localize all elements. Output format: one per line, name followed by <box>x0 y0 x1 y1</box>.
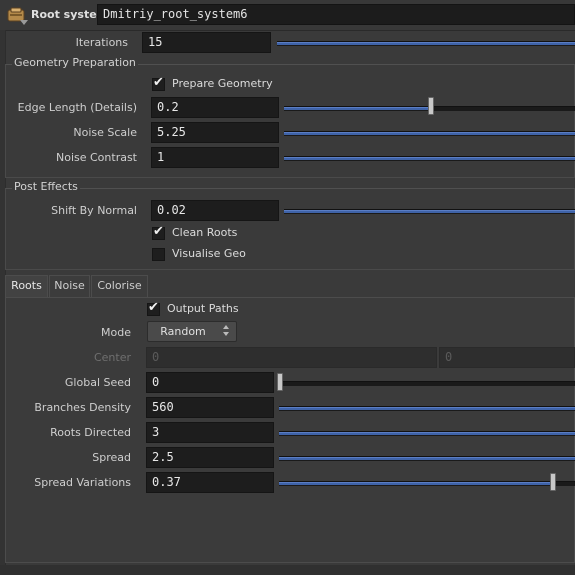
spread-variations-slider[interactable] <box>279 481 575 486</box>
noise-scale-label: Noise Scale <box>73 126 137 139</box>
shift-by-normal-field[interactable]: 0.02 <box>151 200 279 221</box>
check-icon: ✔ <box>153 75 164 90</box>
output-paths-checkbox[interactable]: ✔ <box>147 300 160 316</box>
branches-density-label: Branches Density <box>34 401 131 414</box>
spread-slider-fill <box>279 457 575 460</box>
noise-contrast-slider[interactable] <box>284 156 575 161</box>
collapse-caret-icon[interactable] <box>20 20 28 25</box>
bottom-bar <box>0 565 575 575</box>
noise-contrast-label: Noise Contrast <box>55 151 137 164</box>
mode-dropdown[interactable]: Random <box>147 321 237 342</box>
mode-label: Mode <box>101 326 131 339</box>
edge-length-field[interactable]: 0.2 <box>151 97 279 118</box>
iterations-field[interactable]: 15 <box>142 32 271 53</box>
prepare-geometry-label: Prepare Geometry <box>172 77 273 90</box>
noise-scale-field[interactable]: 5.25 <box>151 122 279 143</box>
shift-by-normal-label: Shift By Normal <box>51 204 137 217</box>
post-effects-title: Post Effects <box>12 180 80 193</box>
branches-density-slider-fill <box>279 407 575 410</box>
spread-variations-slider-fill <box>279 482 552 485</box>
branches-density-field[interactable]: 560 <box>146 397 274 418</box>
center-label: Center <box>93 351 131 364</box>
branches-density-slider[interactable] <box>279 406 575 411</box>
node-header: Root system Dmitriy_root_system6 <box>0 0 575 31</box>
spread-slider[interactable] <box>279 456 575 461</box>
post-effects-group <box>5 188 575 270</box>
global-seed-field[interactable]: 0 <box>146 372 274 393</box>
tab-noise[interactable]: Noise <box>49 275 90 297</box>
iterations-label: Iterations <box>75 36 128 49</box>
iterations-slider[interactable] <box>277 41 575 46</box>
shift-by-normal-slider-fill <box>284 210 575 213</box>
center-x-field: 0 <box>146 347 437 368</box>
visualise-geo-label: Visualise Geo <box>172 247 246 260</box>
visualise-geo-checkbox[interactable] <box>152 248 165 261</box>
spread-variations-field[interactable]: 0.37 <box>146 472 274 493</box>
noise-scale-slider[interactable] <box>284 131 575 136</box>
edge-length-slider-fill <box>284 107 433 110</box>
edge-length-slider-handle[interactable] <box>428 97 434 115</box>
spread-label: Spread <box>92 451 131 464</box>
mode-dropdown-value: Random <box>160 325 206 338</box>
shift-by-normal-slider[interactable] <box>284 209 575 214</box>
noise-contrast-slider-fill <box>284 157 575 160</box>
output-paths-label: Output Paths <box>167 302 239 315</box>
center-y-field: 0 <box>439 347 575 368</box>
check-icon: ✔ <box>153 224 164 239</box>
spread-variations-slider-handle[interactable] <box>550 473 556 491</box>
edge-length-label: Edge Length (Details) <box>17 101 137 114</box>
global-seed-label: Global Seed <box>64 376 131 389</box>
roots-directed-slider-fill <box>279 432 575 435</box>
roots-directed-slider[interactable] <box>279 431 575 436</box>
spread-variations-label: Spread Variations <box>34 476 131 489</box>
check-icon: ✔ <box>148 300 159 315</box>
global-seed-slider[interactable] <box>279 381 575 386</box>
prepare-geometry-checkbox[interactable]: ✔ <box>152 75 165 91</box>
global-seed-slider-handle[interactable] <box>277 373 283 391</box>
tab-roots[interactable]: Roots <box>5 275 48 297</box>
noise-contrast-field[interactable]: 1 <box>151 147 279 168</box>
updown-arrows-icon <box>222 325 230 338</box>
spread-field[interactable]: 2.5 <box>146 447 274 468</box>
clean-roots-checkbox[interactable]: ✔ <box>152 224 165 240</box>
clean-roots-label: Clean Roots <box>172 226 238 239</box>
node-name-field[interactable]: Dmitriy_root_system6 <box>97 4 575 25</box>
tab-colorise[interactable]: Colorise <box>91 275 148 297</box>
geometry-preparation-title: Geometry Preparation <box>12 56 138 69</box>
iterations-slider-fill <box>277 42 575 45</box>
noise-scale-slider-fill <box>284 132 575 135</box>
roots-directed-field[interactable]: 3 <box>146 422 274 443</box>
roots-directed-label: Roots Directed <box>50 426 131 439</box>
